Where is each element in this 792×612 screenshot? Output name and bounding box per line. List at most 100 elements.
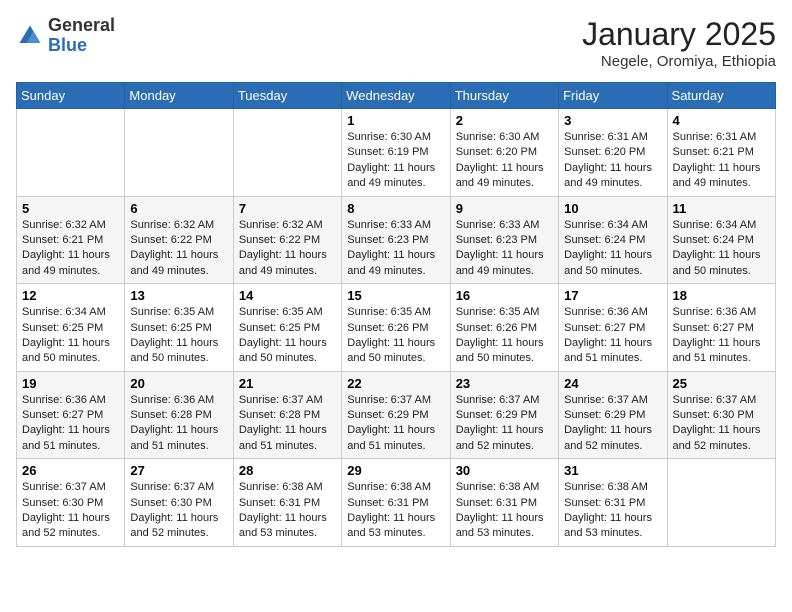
- day-number: 3: [564, 113, 661, 128]
- day-cell: [125, 109, 233, 197]
- day-cell: 26 Sunrise: 6:37 AMSunset: 6:30 PMDayligh…: [17, 459, 125, 547]
- day-cell: 10 Sunrise: 6:34 AMSunset: 6:24 PMDayligh…: [559, 196, 667, 284]
- month-title: January 2025: [582, 16, 776, 53]
- day-info: Sunrise: 6:38 AMSunset: 6:31 PMDaylight:…: [347, 480, 444, 542]
- day-info: Sunrise: 6:34 AMSunset: 6:24 PMDaylight:…: [564, 218, 661, 280]
- day-info: Sunrise: 6:35 AMSunset: 6:26 PMDaylight:…: [347, 305, 444, 367]
- weekday-header-monday: Monday: [125, 83, 233, 109]
- day-cell: 15 Sunrise: 6:35 AMSunset: 6:26 PMDayligh…: [342, 284, 450, 372]
- day-info: Sunrise: 6:38 AMSunset: 6:31 PMDaylight:…: [456, 480, 553, 542]
- day-info: Sunrise: 6:32 AMSunset: 6:22 PMDaylight:…: [239, 218, 336, 280]
- day-number: 26: [22, 463, 119, 478]
- day-number: 14: [239, 288, 336, 303]
- day-number: 20: [130, 376, 227, 391]
- day-info: Sunrise: 6:31 AMSunset: 6:20 PMDaylight:…: [564, 130, 661, 192]
- day-cell: 20 Sunrise: 6:36 AMSunset: 6:28 PMDayligh…: [125, 371, 233, 459]
- logo-general-text: General: [48, 15, 115, 35]
- day-info: Sunrise: 6:37 AMSunset: 6:29 PMDaylight:…: [347, 393, 444, 455]
- day-info: Sunrise: 6:30 AMSunset: 6:20 PMDaylight:…: [456, 130, 553, 192]
- day-cell: 2 Sunrise: 6:30 AMSunset: 6:20 PMDaylight…: [450, 109, 558, 197]
- day-info: Sunrise: 6:36 AMSunset: 6:27 PMDaylight:…: [673, 305, 770, 367]
- calendar-table: SundayMondayTuesdayWednesdayThursdayFrid…: [16, 82, 776, 547]
- weekday-header-tuesday: Tuesday: [233, 83, 341, 109]
- day-number: 6: [130, 201, 227, 216]
- day-info: Sunrise: 6:34 AMSunset: 6:24 PMDaylight:…: [673, 218, 770, 280]
- day-info: Sunrise: 6:35 AMSunset: 6:26 PMDaylight:…: [456, 305, 553, 367]
- day-number: 29: [347, 463, 444, 478]
- day-info: Sunrise: 6:37 AMSunset: 6:28 PMDaylight:…: [239, 393, 336, 455]
- day-cell: 3 Sunrise: 6:31 AMSunset: 6:20 PMDaylight…: [559, 109, 667, 197]
- day-info: Sunrise: 6:35 AMSunset: 6:25 PMDaylight:…: [239, 305, 336, 367]
- day-number: 10: [564, 201, 661, 216]
- day-cell: 23 Sunrise: 6:37 AMSunset: 6:29 PMDayligh…: [450, 371, 558, 459]
- day-number: 7: [239, 201, 336, 216]
- logo-blue-text: Blue: [48, 35, 87, 55]
- day-info: Sunrise: 6:30 AMSunset: 6:19 PMDaylight:…: [347, 130, 444, 192]
- page-header: General Blue January 2025 Negele, Oromiy…: [16, 16, 776, 70]
- day-number: 17: [564, 288, 661, 303]
- day-number: 15: [347, 288, 444, 303]
- day-number: 16: [456, 288, 553, 303]
- day-info: Sunrise: 6:37 AMSunset: 6:30 PMDaylight:…: [673, 393, 770, 455]
- day-cell: 22Sunrise: 6:37 AMSunset: 6:29 PMDayligh…: [342, 371, 450, 459]
- day-cell: 19 Sunrise: 6:36 AMSunset: 6:27 PMDayligh…: [17, 371, 125, 459]
- day-info: Sunrise: 6:37 AMSunset: 6:30 PMDaylight:…: [22, 480, 119, 542]
- day-number: 9: [456, 201, 553, 216]
- week-row-1: 1 Sunrise: 6:30 AMSunset: 6:19 PMDaylight…: [17, 109, 776, 197]
- day-info: Sunrise: 6:34 AMSunset: 6:25 PMDaylight:…: [22, 305, 119, 367]
- day-info: Sunrise: 6:37 AMSunset: 6:29 PMDaylight:…: [456, 393, 553, 455]
- day-cell: 29 Sunrise: 6:38 AMSunset: 6:31 PMDayligh…: [342, 459, 450, 547]
- week-row-2: 5 Sunrise: 6:32 AMSunset: 6:21 PMDaylight…: [17, 196, 776, 284]
- day-number: 8: [347, 201, 444, 216]
- day-number: 25: [673, 376, 770, 391]
- logo-icon: [16, 22, 44, 50]
- day-cell: 16 Sunrise: 6:35 AMSunset: 6:26 PMDayligh…: [450, 284, 558, 372]
- day-info: Sunrise: 6:33 AMSunset: 6:23 PMDaylight:…: [347, 218, 444, 280]
- day-number: 30: [456, 463, 553, 478]
- week-row-5: 26 Sunrise: 6:37 AMSunset: 6:30 PMDayligh…: [17, 459, 776, 547]
- day-cell: [17, 109, 125, 197]
- day-cell: 30 Sunrise: 6:38 AMSunset: 6:31 PMDayligh…: [450, 459, 558, 547]
- title-block: January 2025 Negele, Oromiya, Ethiopia: [582, 16, 776, 70]
- week-row-4: 19 Sunrise: 6:36 AMSunset: 6:27 PMDayligh…: [17, 371, 776, 459]
- day-number: 1: [347, 113, 444, 128]
- day-info: Sunrise: 6:37 AMSunset: 6:29 PMDaylight:…: [564, 393, 661, 455]
- day-cell: 13Sunrise: 6:35 AMSunset: 6:25 PMDayligh…: [125, 284, 233, 372]
- day-info: Sunrise: 6:36 AMSunset: 6:27 PMDaylight:…: [564, 305, 661, 367]
- day-cell: 12 Sunrise: 6:34 AMSunset: 6:25 PMDayligh…: [17, 284, 125, 372]
- day-cell: 8 Sunrise: 6:33 AMSunset: 6:23 PMDaylight…: [342, 196, 450, 284]
- day-info: Sunrise: 6:37 AMSunset: 6:30 PMDaylight:…: [130, 480, 227, 542]
- day-info: Sunrise: 6:35 AMSunset: 6:25 PMDaylight:…: [130, 305, 227, 367]
- weekday-header-wednesday: Wednesday: [342, 83, 450, 109]
- day-number: 27: [130, 463, 227, 478]
- day-cell: [667, 459, 775, 547]
- day-cell: 18Sunrise: 6:36 AMSunset: 6:27 PMDayligh…: [667, 284, 775, 372]
- day-cell: 31 Sunrise: 6:38 AMSunset: 6:31 PMDayligh…: [559, 459, 667, 547]
- logo: General Blue: [16, 16, 115, 56]
- day-number: 2: [456, 113, 553, 128]
- weekday-header-row: SundayMondayTuesdayWednesdayThursdayFrid…: [17, 83, 776, 109]
- day-number: 4: [673, 113, 770, 128]
- day-info: Sunrise: 6:36 AMSunset: 6:27 PMDaylight:…: [22, 393, 119, 455]
- day-number: 19: [22, 376, 119, 391]
- day-number: 24: [564, 376, 661, 391]
- day-cell: 7 Sunrise: 6:32 AMSunset: 6:22 PMDaylight…: [233, 196, 341, 284]
- day-info: Sunrise: 6:38 AMSunset: 6:31 PMDaylight:…: [239, 480, 336, 542]
- day-info: Sunrise: 6:32 AMSunset: 6:22 PMDaylight:…: [130, 218, 227, 280]
- day-cell: 9Sunrise: 6:33 AMSunset: 6:23 PMDaylight…: [450, 196, 558, 284]
- location-subtitle: Negele, Oromiya, Ethiopia: [582, 53, 776, 70]
- day-cell: 24 Sunrise: 6:37 AMSunset: 6:29 PMDayligh…: [559, 371, 667, 459]
- day-cell: [233, 109, 341, 197]
- day-number: 31: [564, 463, 661, 478]
- day-number: 23: [456, 376, 553, 391]
- day-cell: 14 Sunrise: 6:35 AMSunset: 6:25 PMDayligh…: [233, 284, 341, 372]
- day-info: Sunrise: 6:32 AMSunset: 6:21 PMDaylight:…: [22, 218, 119, 280]
- day-info: Sunrise: 6:36 AMSunset: 6:28 PMDaylight:…: [130, 393, 227, 455]
- weekday-header-saturday: Saturday: [667, 83, 775, 109]
- day-number: 12: [22, 288, 119, 303]
- day-number: 5: [22, 201, 119, 216]
- day-cell: 17 Sunrise: 6:36 AMSunset: 6:27 PMDayligh…: [559, 284, 667, 372]
- day-info: Sunrise: 6:38 AMSunset: 6:31 PMDaylight:…: [564, 480, 661, 542]
- day-cell: 5 Sunrise: 6:32 AMSunset: 6:21 PMDaylight…: [17, 196, 125, 284]
- day-cell: 27 Sunrise: 6:37 AMSunset: 6:30 PMDayligh…: [125, 459, 233, 547]
